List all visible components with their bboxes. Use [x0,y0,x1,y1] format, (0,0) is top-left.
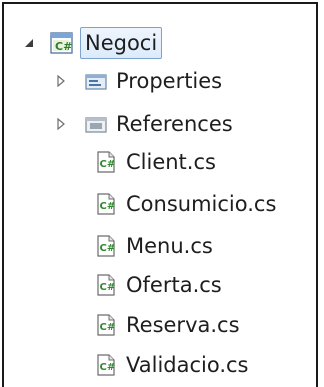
tree-item-file[interactable]: C# Reserva.cs [94,308,240,342]
svg-text:C#: C# [100,362,116,373]
file-label: Client.cs [126,150,216,174]
project-selection-box[interactable]: Negoci [80,27,163,59]
file-label: Validacio.cs [126,353,249,377]
csharp-file-icon: C# [94,234,118,258]
references-label: References [116,112,233,136]
csharp-file-icon: C# [94,273,118,297]
file-label: Oferta.cs [126,273,222,297]
svg-text:C#: C# [100,201,116,212]
tree-item-file[interactable]: C# Consumicio.cs [94,187,276,221]
svg-text:C#: C# [100,322,116,333]
expanded-arrow-icon[interactable] [22,36,36,50]
svg-text:C#: C# [100,243,116,254]
tree-item-references[interactable]: References [54,107,233,141]
csharp-file-icon: C# [94,192,118,216]
csharp-file-icon: C# [94,353,118,377]
properties-label: Properties [116,69,223,93]
collapsed-arrow-icon[interactable] [54,74,68,88]
file-label: Consumicio.cs [126,192,277,216]
properties-folder-icon [84,69,108,93]
references-folder-icon [84,112,108,136]
csharp-project-icon: C# [50,31,74,55]
tree-item-file[interactable]: C# Menu.cs [94,229,213,263]
tree-item-project[interactable]: C# Negoci [22,26,163,60]
svg-text:C#: C# [100,159,116,170]
tree-item-file[interactable]: C# Oferta.cs [94,268,222,302]
csharp-file-icon: C# [94,313,118,337]
tree-item-properties[interactable]: Properties [54,64,222,98]
svg-text:C#: C# [55,40,72,53]
svg-text:C#: C# [100,282,116,293]
file-label: Menu.cs [126,234,213,258]
project-name: Negoci [85,31,158,55]
collapsed-arrow-icon[interactable] [54,117,68,131]
tree-item-file[interactable]: C# Validacio.cs [94,348,249,382]
file-label: Reserva.cs [126,313,240,337]
solution-explorer-panel: C# Negoci Properties References C# Clien… [2,2,318,387]
csharp-file-icon: C# [94,150,118,174]
tree-item-file[interactable]: C# Client.cs [94,145,216,179]
